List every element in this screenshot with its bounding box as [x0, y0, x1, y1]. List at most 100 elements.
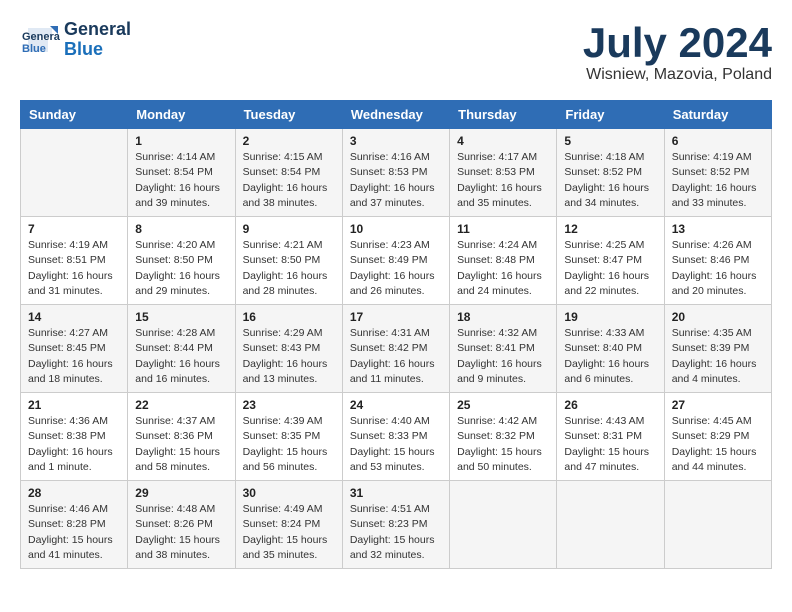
- day-number: 7: [28, 222, 120, 236]
- calendar-week-row: 21Sunrise: 4:36 AM Sunset: 8:38 PM Dayli…: [21, 393, 772, 481]
- calendar-cell: 28 Sunrise: 4:46 AM Sunset: 8:28 PM Dayli…: [21, 481, 128, 569]
- weekday-header: Tuesday: [235, 101, 342, 129]
- day-detail: Sunrise: 4:18 AM Sunset: 8:52 PM Dayligh…: [564, 150, 656, 211]
- day-detail: Sunrise: 4:32 AM Sunset: 8:41 PM Dayligh…: [457, 326, 549, 387]
- day-number: 10: [350, 222, 442, 236]
- day-detail: Sunrise: 4:43 AM Sunset: 8:31 PM Dayligh…: [564, 414, 656, 475]
- day-number: 4: [457, 134, 549, 148]
- day-number: 27: [672, 398, 764, 412]
- day-number: 2: [243, 134, 335, 148]
- calendar-table: SundayMondayTuesdayWednesdayThursdayFrid…: [20, 100, 772, 569]
- calendar-cell: 22 Sunrise: 4:37 AM Sunset: 8:36 PM Dayli…: [128, 393, 235, 481]
- logo: General Blue General Blue: [20, 20, 131, 60]
- weekday-header: Monday: [128, 101, 235, 129]
- calendar-cell: 9 Sunrise: 4:21 AM Sunset: 8:50 PM Daylig…: [235, 217, 342, 305]
- day-detail: Sunrise: 4:33 AM Sunset: 8:40 PM Dayligh…: [564, 326, 656, 387]
- day-number: 1: [135, 134, 227, 148]
- calendar-cell: 2Sunrise: 4:15 AM Sunset: 8:54 PM Daylig…: [235, 129, 342, 217]
- calendar-cell: 16 Sunrise: 4:29 AM Sunset: 8:43 PM Dayli…: [235, 305, 342, 393]
- day-number: 24: [350, 398, 442, 412]
- day-detail: Sunrise: 4:25 AM Sunset: 8:47 PM Dayligh…: [564, 238, 656, 299]
- day-detail: Sunrise: 4:21 AM Sunset: 8:50 PM Dayligh…: [243, 238, 335, 299]
- day-number: 22: [135, 398, 227, 412]
- calendar-cell: 15Sunrise: 4:28 AM Sunset: 8:44 PM Dayli…: [128, 305, 235, 393]
- calendar-cell: 7 Sunrise: 4:19 AM Sunset: 8:51 PM Daylig…: [21, 217, 128, 305]
- logo-icon: General Blue: [20, 20, 60, 60]
- day-detail: Sunrise: 4:29 AM Sunset: 8:43 PM Dayligh…: [243, 326, 335, 387]
- day-number: 6: [672, 134, 764, 148]
- weekday-header: Thursday: [450, 101, 557, 129]
- day-detail: Sunrise: 4:16 AM Sunset: 8:53 PM Dayligh…: [350, 150, 442, 211]
- svg-text:Blue: Blue: [22, 43, 46, 55]
- day-detail: Sunrise: 4:28 AM Sunset: 8:44 PM Dayligh…: [135, 326, 227, 387]
- day-detail: Sunrise: 4:35 AM Sunset: 8:39 PM Dayligh…: [672, 326, 764, 387]
- day-detail: Sunrise: 4:46 AM Sunset: 8:28 PM Dayligh…: [28, 502, 120, 563]
- calendar-cell: 8Sunrise: 4:20 AM Sunset: 8:50 PM Daylig…: [128, 217, 235, 305]
- day-detail: Sunrise: 4:40 AM Sunset: 8:33 PM Dayligh…: [350, 414, 442, 475]
- calendar-cell: 10 Sunrise: 4:23 AM Sunset: 8:49 PM Dayli…: [342, 217, 449, 305]
- day-number: 25: [457, 398, 549, 412]
- day-detail: Sunrise: 4:27 AM Sunset: 8:45 PM Dayligh…: [28, 326, 120, 387]
- day-number: 23: [243, 398, 335, 412]
- day-detail: Sunrise: 4:14 AM Sunset: 8:54 PM Dayligh…: [135, 150, 227, 211]
- calendar-cell: 31Sunrise: 4:51 AM Sunset: 8:23 PM Dayli…: [342, 481, 449, 569]
- weekday-header-row: SundayMondayTuesdayWednesdayThursdayFrid…: [21, 101, 772, 129]
- weekday-header: Friday: [557, 101, 664, 129]
- day-number: 9: [243, 222, 335, 236]
- day-number: 11: [457, 222, 549, 236]
- day-detail: Sunrise: 4:19 AM Sunset: 8:51 PM Dayligh…: [28, 238, 120, 299]
- calendar-cell: 4 Sunrise: 4:17 AM Sunset: 8:53 PM Daylig…: [450, 129, 557, 217]
- calendar-cell: 12 Sunrise: 4:25 AM Sunset: 8:47 PM Dayli…: [557, 217, 664, 305]
- day-detail: Sunrise: 4:39 AM Sunset: 8:35 PM Dayligh…: [243, 414, 335, 475]
- day-detail: Sunrise: 4:42 AM Sunset: 8:32 PM Dayligh…: [457, 414, 549, 475]
- calendar-cell: 18 Sunrise: 4:32 AM Sunset: 8:41 PM Dayli…: [450, 305, 557, 393]
- day-number: 16: [243, 310, 335, 324]
- day-detail: Sunrise: 4:20 AM Sunset: 8:50 PM Dayligh…: [135, 238, 227, 299]
- day-detail: Sunrise: 4:49 AM Sunset: 8:24 PM Dayligh…: [243, 502, 335, 563]
- calendar-cell: 29Sunrise: 4:48 AM Sunset: 8:26 PM Dayli…: [128, 481, 235, 569]
- day-number: 30: [243, 486, 335, 500]
- location: Wisniew, Mazovia, Poland: [583, 66, 772, 84]
- day-detail: Sunrise: 4:26 AM Sunset: 8:46 PM Dayligh…: [672, 238, 764, 299]
- calendar-cell: 26Sunrise: 4:43 AM Sunset: 8:31 PM Dayli…: [557, 393, 664, 481]
- calendar-cell: 14Sunrise: 4:27 AM Sunset: 8:45 PM Dayli…: [21, 305, 128, 393]
- day-detail: Sunrise: 4:51 AM Sunset: 8:23 PM Dayligh…: [350, 502, 442, 563]
- day-detail: Sunrise: 4:17 AM Sunset: 8:53 PM Dayligh…: [457, 150, 549, 211]
- day-number: 12: [564, 222, 656, 236]
- weekday-header: Saturday: [664, 101, 771, 129]
- calendar-cell: 24 Sunrise: 4:40 AM Sunset: 8:33 PM Dayli…: [342, 393, 449, 481]
- day-number: 21: [28, 398, 120, 412]
- calendar-cell: [664, 481, 771, 569]
- day-number: 19: [564, 310, 656, 324]
- logo-text: General Blue: [64, 20, 131, 60]
- day-number: 28: [28, 486, 120, 500]
- day-number: 3: [350, 134, 442, 148]
- calendar-cell: 23 Sunrise: 4:39 AM Sunset: 8:35 PM Dayli…: [235, 393, 342, 481]
- weekday-header: Wednesday: [342, 101, 449, 129]
- day-detail: Sunrise: 4:19 AM Sunset: 8:52 PM Dayligh…: [672, 150, 764, 211]
- day-number: 13: [672, 222, 764, 236]
- calendar-cell: 30 Sunrise: 4:49 AM Sunset: 8:24 PM Dayli…: [235, 481, 342, 569]
- calendar-cell: 19 Sunrise: 4:33 AM Sunset: 8:40 PM Dayli…: [557, 305, 664, 393]
- day-detail: Sunrise: 4:31 AM Sunset: 8:42 PM Dayligh…: [350, 326, 442, 387]
- calendar-cell: 5 Sunrise: 4:18 AM Sunset: 8:52 PM Daylig…: [557, 129, 664, 217]
- month-title: July 2024: [583, 20, 772, 66]
- day-detail: Sunrise: 4:23 AM Sunset: 8:49 PM Dayligh…: [350, 238, 442, 299]
- day-detail: Sunrise: 4:45 AM Sunset: 8:29 PM Dayligh…: [672, 414, 764, 475]
- day-number: 18: [457, 310, 549, 324]
- calendar-cell: 21Sunrise: 4:36 AM Sunset: 8:38 PM Dayli…: [21, 393, 128, 481]
- calendar-cell: 27 Sunrise: 4:45 AM Sunset: 8:29 PM Dayli…: [664, 393, 771, 481]
- day-number: 5: [564, 134, 656, 148]
- calendar-cell: 13 Sunrise: 4:26 AM Sunset: 8:46 PM Dayli…: [664, 217, 771, 305]
- calendar-cell: [21, 129, 128, 217]
- calendar-cell: 11 Sunrise: 4:24 AM Sunset: 8:48 PM Dayli…: [450, 217, 557, 305]
- calendar-cell: 17Sunrise: 4:31 AM Sunset: 8:42 PM Dayli…: [342, 305, 449, 393]
- weekday-header: Sunday: [21, 101, 128, 129]
- calendar-cell: 1 Sunrise: 4:14 AM Sunset: 8:54 PM Daylig…: [128, 129, 235, 217]
- calendar-cell: 3 Sunrise: 4:16 AM Sunset: 8:53 PM Daylig…: [342, 129, 449, 217]
- day-detail: Sunrise: 4:37 AM Sunset: 8:36 PM Dayligh…: [135, 414, 227, 475]
- day-detail: Sunrise: 4:24 AM Sunset: 8:48 PM Dayligh…: [457, 238, 549, 299]
- calendar-cell: 25 Sunrise: 4:42 AM Sunset: 8:32 PM Dayli…: [450, 393, 557, 481]
- day-number: 29: [135, 486, 227, 500]
- calendar-week-row: 28 Sunrise: 4:46 AM Sunset: 8:28 PM Dayli…: [21, 481, 772, 569]
